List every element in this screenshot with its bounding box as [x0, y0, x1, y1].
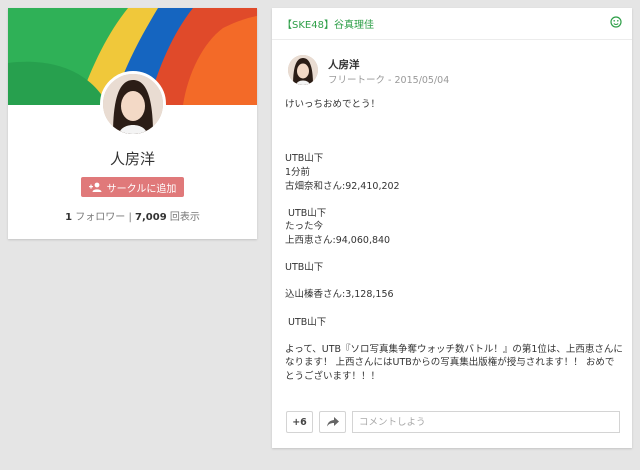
post-body: けいっちおめでとう！ UTB山下 1分前 古畑奈和さん:92,410,202 UTB山…: [285, 98, 623, 383]
post-body-line: [285, 302, 623, 316]
add-person-icon: [88, 182, 102, 192]
profile-avatar[interactable]: [100, 71, 166, 137]
post-body-line: [285, 193, 623, 207]
post-body-line: 古畑奈和さん:92,410,202: [285, 180, 400, 192]
post-category[interactable]: フリートーク: [328, 75, 385, 86]
author-portrait: [288, 55, 318, 85]
post-body-line: [285, 112, 623, 126]
author-avatar[interactable]: [288, 55, 318, 85]
community-link[interactable]: 【SKE48】谷真理佳: [282, 16, 374, 31]
views-count: 7,009: [135, 212, 167, 223]
views-label: 回表示: [169, 212, 200, 223]
add-to-circle-button[interactable]: サークルに追加: [81, 177, 184, 197]
post-body-line: [285, 248, 623, 262]
post-body-line: [285, 329, 623, 343]
post-body-line: [285, 275, 623, 289]
meta-separator: -: [388, 75, 392, 86]
profile-card: 人房洋 サークルに追加 1 フォロワー | 7,009 回表示: [8, 8, 257, 239]
author-name[interactable]: 人房洋: [328, 57, 360, 72]
share-arrow-icon: [326, 417, 339, 427]
avatar-portrait: [103, 74, 163, 134]
post-date[interactable]: 2015/05/04: [395, 75, 450, 86]
post-meta: フリートーク - 2015/05/04: [328, 72, 449, 86]
share-button[interactable]: [319, 411, 346, 433]
profile-name: 人房洋: [109, 150, 155, 168]
profile-stats: 1 フォロワー | 7,009 回表示: [8, 208, 257, 223]
followers-count: 1: [65, 212, 73, 223]
comment-input[interactable]: [352, 411, 620, 433]
post-body-line: 込山榛香さん:3,128,156: [285, 289, 394, 301]
post-body-line: 1分前: [285, 166, 311, 178]
followers-label[interactable]: フォロワー: [75, 212, 125, 223]
stats-separator: |: [128, 212, 132, 223]
post-body-line: [285, 139, 623, 153]
smile-icon[interactable]: [610, 16, 622, 28]
post-body-line: UTB山下: [285, 153, 324, 165]
post-header: 【SKE48】谷真理佳: [272, 8, 632, 40]
plus-one-button[interactable]: +6: [286, 411, 313, 433]
post-body-line: UTB山下: [285, 207, 327, 219]
post-card: 【SKE48】谷真理佳 人房洋 フリートーク - 2015/05/04 けいっち…: [272, 8, 632, 448]
add-to-circle-label: サークルに追加: [106, 183, 177, 195]
post-body-line: 上西恵さん:94,060,840: [285, 234, 391, 246]
post-body-line: UTB山下: [285, 316, 327, 328]
post-body-line: [285, 125, 623, 139]
post-body-line: けいっちおめでとう！: [285, 99, 381, 110]
post-actions: +6: [286, 411, 620, 433]
post-body-line: たった今: [285, 221, 324, 233]
post-body-line: よって、UTB『ソロ写真集争奪ウォッチ数バトル！』の第1位は、上西恵さんになりま…: [285, 343, 623, 382]
post-body-line: UTB山下: [285, 262, 324, 274]
